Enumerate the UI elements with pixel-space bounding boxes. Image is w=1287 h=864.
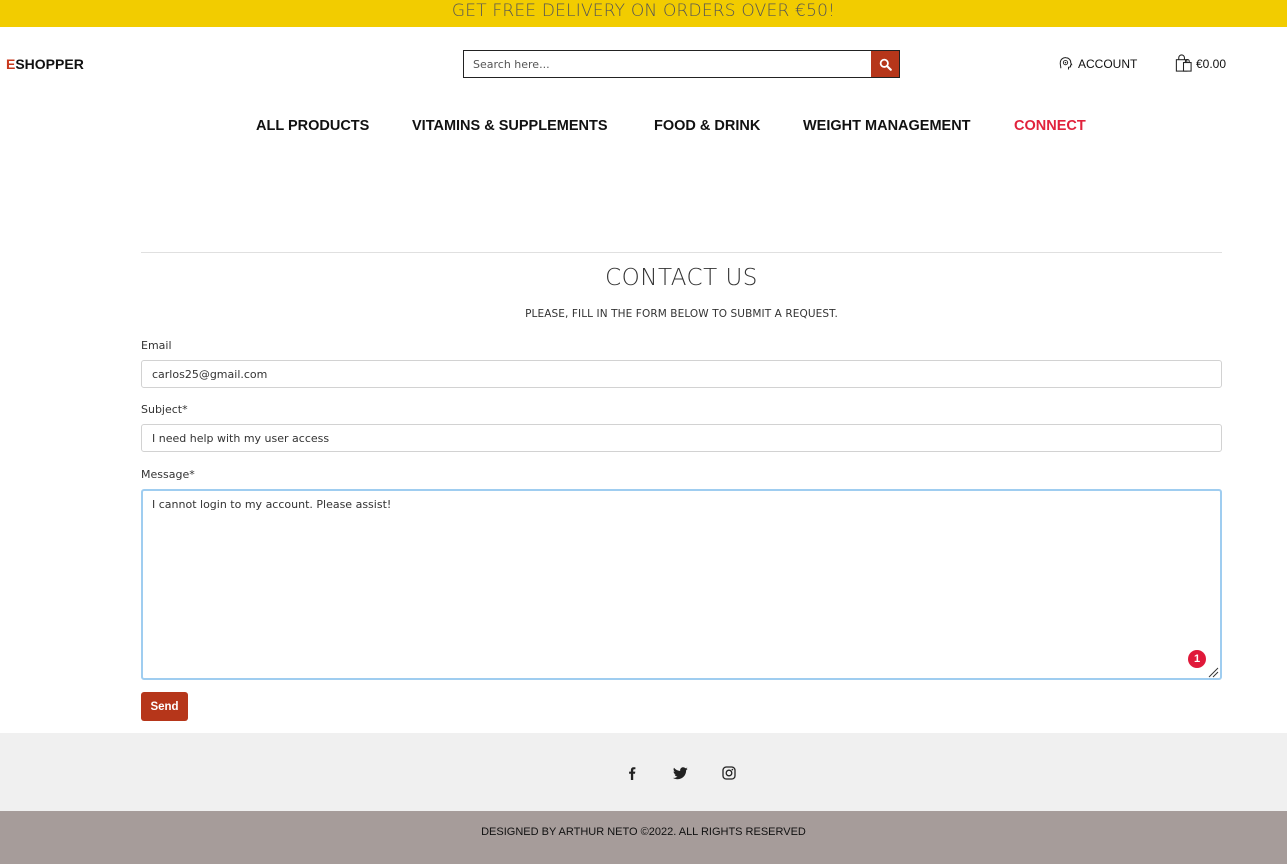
facebook-icon [629,767,636,780]
nav-item-food-drink[interactable]: FOOD & DRINK [654,118,760,134]
account-label: ACCOUNT [1078,56,1138,71]
email-field[interactable] [141,360,1222,388]
user-head-icon [1059,57,1073,70]
nav-item-weight-management[interactable]: WEIGHT MANAGEMENT [803,118,971,134]
instagram-icon [722,766,736,780]
social-bar [0,733,1287,811]
notification-badge[interactable]: 1 [1188,650,1206,668]
nav-item-all-products[interactable]: ALL PRODUCTS [256,118,369,134]
page-subtitle: PLEASE, FILL IN THE FORM BELOW TO SUBMIT… [525,308,838,320]
promo-banner-text: GET FREE DELIVERY ON ORDERS OVER €50! [451,1,836,21]
cart-link[interactable]: €0.00 [1174,54,1226,73]
shopping-bag-icon [1175,54,1192,72]
search-bar [463,50,900,78]
promo-banner: GET FREE DELIVERY ON ORDERS OVER €50! [0,0,1287,27]
logo[interactable]: ESHOPPER [6,56,84,72]
message-label: Message* [141,468,195,481]
instagram-link[interactable] [720,764,738,782]
logo-initial: E [6,56,16,72]
subject-label: Subject* [141,403,188,416]
subject-field[interactable] [141,424,1222,452]
main-nav: ALL PRODUCTS VITAMINS & SUPPLEMENTS FOOD… [0,118,1287,136]
page-title: CONTACT US [605,265,758,291]
email-label: Email [141,339,172,352]
nav-item-vitamins-supplements[interactable]: VITAMINS & SUPPLEMENTS [412,118,608,134]
logo-text: SHOPPER [15,56,84,72]
cart-total: €0.00 [1196,56,1227,71]
account-link[interactable]: ACCOUNT [1058,56,1137,71]
footer-copyright: DESIGNED BY ARTHUR NETO ©2022. ALL RIGHT… [481,826,806,838]
search-input[interactable] [464,51,871,77]
message-field[interactable]: I cannot login to my account. Please ass… [141,489,1222,680]
twitter-link[interactable] [671,764,689,782]
footer: DESIGNED BY ARTHUR NETO ©2022. ALL RIGHT… [0,811,1287,864]
search-icon [879,58,892,71]
section-divider [141,252,1222,253]
facebook-link[interactable] [623,764,641,782]
send-button[interactable]: Send [141,692,188,721]
twitter-icon [672,766,688,779]
resize-grip-icon[interactable] [1207,666,1219,678]
search-button[interactable] [871,51,899,77]
nav-item-connect[interactable]: CONNECT [1014,118,1086,134]
